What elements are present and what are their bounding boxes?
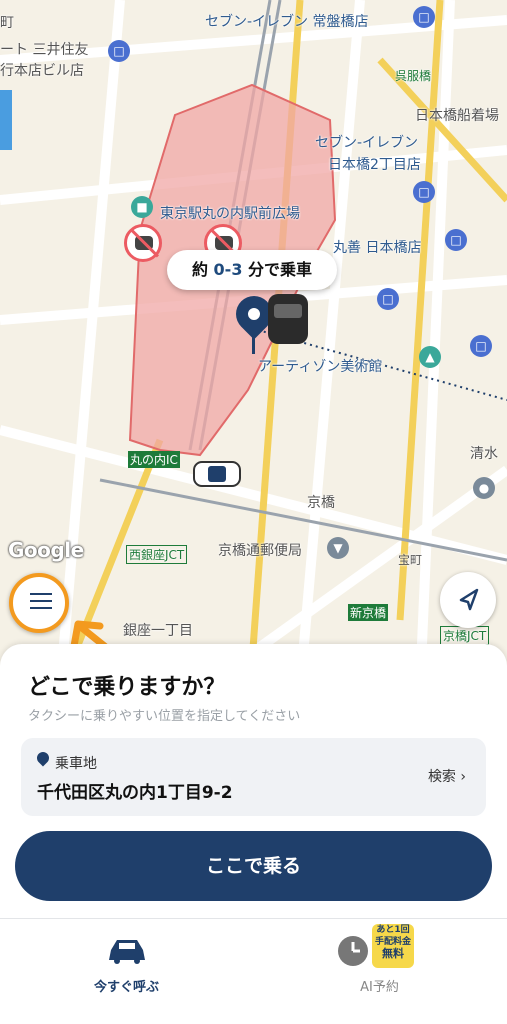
current-location-button[interactable]	[440, 572, 496, 628]
map-label: 日本橋船着場	[415, 108, 499, 124]
map-label: 京橋	[307, 495, 335, 511]
pickup-label: 乗車地	[55, 756, 97, 772]
map-label: 行本店ビル店	[0, 63, 84, 79]
badge-text: 無料	[382, 947, 404, 960]
map-label: 京橋JCT	[440, 626, 490, 645]
map-label: 宝町	[398, 553, 423, 567]
map-label: 清水	[470, 446, 498, 462]
store-icon[interactable]: □	[413, 6, 435, 28]
store-icon[interactable]: □	[413, 181, 435, 203]
map-label: 町	[0, 15, 14, 31]
no-parking-icon	[124, 224, 162, 262]
ride-here-button[interactable]: ここで乗る	[15, 831, 492, 901]
sheet-hint: タクシーに乗りやすい位置を指定してください	[28, 709, 301, 724]
bottom-sheet: どこで乗りますか？ タクシーに乗りやすい位置を指定してください 乗車地 千代田区…	[0, 644, 507, 1024]
bank-icon[interactable]: □	[108, 40, 130, 62]
sheet-title: どこで乗りますか？	[28, 675, 226, 700]
pickup-address: 千代田区丸の内1丁目9-2	[37, 783, 233, 803]
store-icon[interactable]: □	[377, 288, 399, 310]
museum-icon[interactable]: ▲	[419, 346, 441, 368]
post-office-icon[interactable]: ▼	[327, 537, 349, 559]
shopping-icon[interactable]: □	[445, 229, 467, 251]
map-label: 西銀座JCT	[126, 545, 188, 564]
map-label: 京橋通郵便局	[218, 543, 302, 559]
location-pin-icon	[34, 749, 52, 767]
map-label: 日本橋2丁目店	[328, 157, 421, 173]
map-view[interactable]: セブン-イレブン 常盤橋店 ート 三井住友 行本店ビル店 呉服橋 日本橋船着場 …	[0, 0, 507, 690]
taxi-icon	[268, 294, 308, 344]
map-label: 東京駅丸の内駅前広場	[160, 206, 300, 222]
search-link[interactable]: 検索 ›	[428, 766, 466, 786]
eta-bubble: 約 0-3 分で乗車	[167, 250, 337, 290]
badge-text: あと1回	[376, 925, 410, 935]
map-label: セブン-イレブン 常盤橋店	[205, 14, 369, 30]
map-label: ート 三井住友	[0, 42, 89, 58]
landmark-icon[interactable]: ■	[131, 196, 153, 218]
chevron-right-icon: ›	[460, 769, 466, 785]
tab-call-now-label: 今すぐ呼ぶ	[93, 980, 159, 995]
map-label: 丸の内IC	[128, 451, 180, 468]
taxi-tab-icon	[109, 940, 145, 964]
menu-icon	[30, 593, 52, 595]
tab-divider	[0, 918, 507, 919]
google-logo: Google	[8, 538, 84, 562]
pickup-location-card[interactable]: 乗車地 千代田区丸の内1丁目9-2 検索 ›	[21, 738, 486, 816]
map-label: 新京橋	[348, 604, 389, 621]
clock-icon	[338, 936, 368, 966]
store-icon[interactable]: □	[470, 335, 492, 357]
navigation-arrow-icon	[459, 588, 479, 611]
map-label: 丸善 日本橋店	[333, 240, 422, 256]
map-label: アーティゾン美術館	[258, 359, 383, 375]
menu-button[interactable]	[9, 573, 69, 633]
map-label: セブン-イレブン	[315, 135, 419, 151]
free-fee-badge: あと1回 手配料金 無料	[372, 924, 414, 968]
map-pin-icon[interactable]: ●	[473, 477, 495, 499]
tab-ai-label: AI予約	[360, 980, 399, 995]
map-label: 呉服橋	[395, 69, 432, 83]
taxi-icon	[193, 461, 241, 487]
tab-call-now[interactable]: 今すぐ呼ぶ	[0, 920, 253, 1024]
